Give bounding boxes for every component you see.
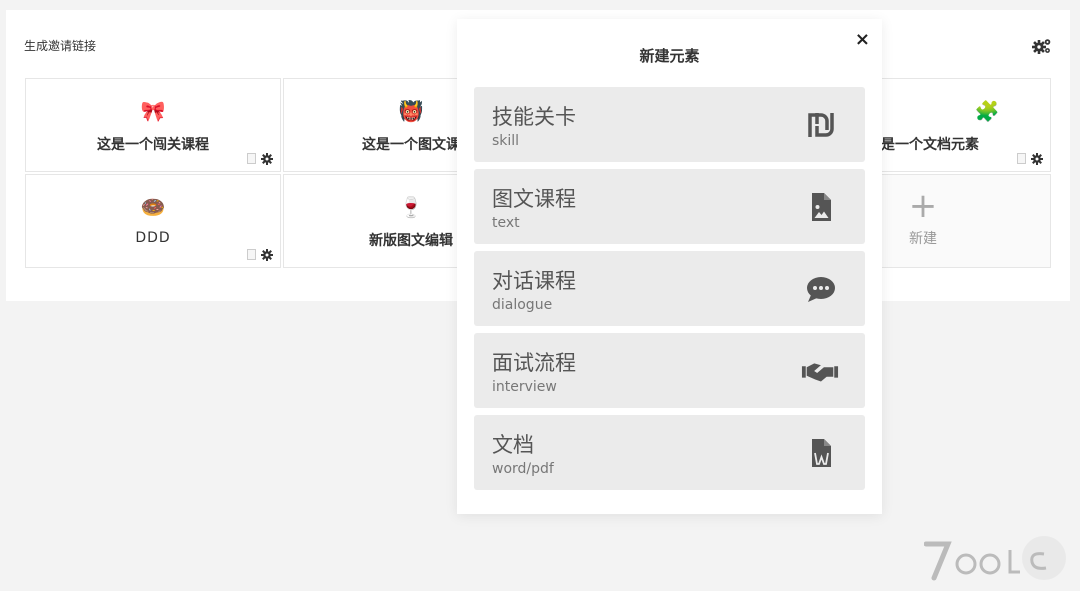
file-image-icon [812,193,831,221]
option-subtitle: dialogue [492,297,553,313]
option-dialogue[interactable]: 对话课程 dialogue [474,251,865,326]
option-subtitle: text [492,215,520,231]
modal-title: 新建元素 [639,47,700,65]
gears-icon[interactable] [1032,37,1052,55]
option-subtitle: skill [492,133,520,149]
option-title: 对话课程 [492,269,576,293]
option-text[interactable]: 图文课程 text [474,169,865,244]
file-word-icon [812,439,831,467]
option-interview[interactable]: 面试流程 interview [474,333,865,408]
card-label: 这是一个闯关课程 [97,137,209,153]
option-document[interactable]: 文档 word/pdf [474,415,865,490]
option-title: 图文课程 [492,187,576,211]
option-title: 技能关卡 [492,105,576,129]
donut-icon: 🍩 [140,195,166,219]
gear-icon[interactable] [261,153,273,165]
gear-icon[interactable] [1031,153,1043,165]
document-icon[interactable] [1017,153,1026,164]
watermark-logo [924,536,1066,581]
course-card[interactable]: 🎀 这是一个闯关课程 [25,78,281,172]
comment-dots-icon [807,277,835,302]
handshake-icon [801,363,839,382]
card-label: 是一个文档元素 [881,137,979,153]
gear-icon[interactable] [261,249,273,261]
option-subtitle: word/pdf [492,461,554,477]
close-icon[interactable]: × [855,31,870,49]
card-label: DDD [135,230,171,246]
option-subtitle: interview [492,379,557,395]
generate-invite-link[interactable]: 生成邀请链接 [24,37,96,54]
ribbon-icon: 🎀 [140,99,166,123]
document-icon[interactable] [247,153,256,164]
new-element-modal: 新建元素 × 技能关卡 skill 图文课程 text 对话课程 dialogu… [457,19,882,514]
option-skill[interactable]: 技能关卡 skill [474,87,865,162]
option-title: 文档 [492,433,534,457]
shekel-icon [808,113,834,137]
course-card[interactable]: 🍩 DDD [25,174,281,268]
document-icon[interactable] [247,249,256,260]
puzzle-icon: 🧩 [974,99,1000,123]
option-title: 面试流程 [492,351,576,375]
